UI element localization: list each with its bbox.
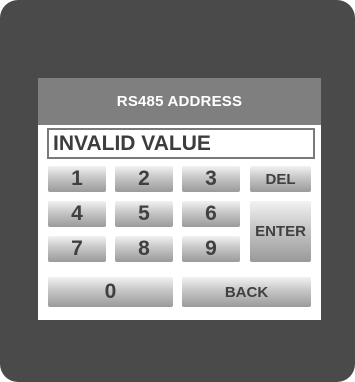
keypad-screen: RS485 ADDRESS INVALID VALUE 1 2 3 DEL 4 … — [38, 78, 321, 320]
key-1[interactable]: 1 — [48, 166, 106, 192]
back-button[interactable]: BACK — [182, 277, 311, 307]
value-display: INVALID VALUE — [47, 128, 315, 159]
title-bar: RS485 ADDRESS — [38, 78, 321, 125]
key-5[interactable]: 5 — [115, 201, 173, 227]
delete-button[interactable]: DEL — [250, 166, 311, 192]
key-2[interactable]: 2 — [115, 166, 173, 192]
device-bezel: RS485 ADDRESS INVALID VALUE 1 2 3 DEL 4 … — [0, 0, 355, 382]
key-3[interactable]: 3 — [182, 166, 240, 192]
key-8[interactable]: 8 — [115, 236, 173, 262]
key-6[interactable]: 6 — [182, 201, 240, 227]
key-0[interactable]: 0 — [48, 277, 173, 307]
key-9[interactable]: 9 — [182, 236, 240, 262]
key-4[interactable]: 4 — [48, 201, 106, 227]
enter-button[interactable]: ENTER — [250, 201, 311, 262]
key-7[interactable]: 7 — [48, 236, 106, 262]
